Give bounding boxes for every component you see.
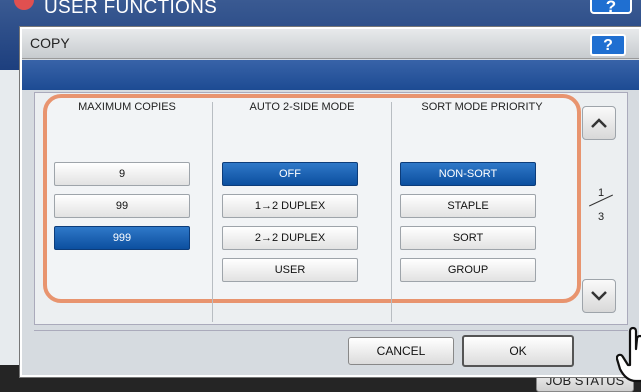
option-duplex-user[interactable]: USER <box>222 258 358 282</box>
cancel-button[interactable]: CANCEL <box>348 337 454 365</box>
background-help-button[interactable]: ? <box>590 0 632 16</box>
header-auto-2-side-mode: AUTO 2-SIDE MODE <box>249 101 355 113</box>
scroll-down-button[interactable] <box>582 279 616 313</box>
background-title: USER FUNCTIONS <box>44 0 218 18</box>
option-duplex-off[interactable]: OFF <box>222 162 358 186</box>
page-current: 1 <box>597 187 605 199</box>
option-sort-group[interactable]: GROUP <box>400 258 536 282</box>
dialog-strip <box>22 60 639 90</box>
dialog-title: COPY <box>30 35 70 51</box>
dialog-titlebar: COPY ? <box>22 29 639 59</box>
header-sort-mode-priority: SORT MODE PRIORITY <box>421 101 543 113</box>
column-divider <box>212 102 213 322</box>
dialog-help-button[interactable]: ? <box>590 34 626 56</box>
scroll-up-button[interactable] <box>582 106 616 140</box>
ok-button[interactable]: OK <box>462 335 574 367</box>
option-sort-sort[interactable]: SORT <box>400 226 536 250</box>
option-duplex-1-2[interactable]: 1→2 DUPLEX <box>222 194 358 218</box>
header-maximum-copies: MAXIMUM COPIES <box>78 101 176 113</box>
column-divider <box>391 102 392 322</box>
chevron-down-icon <box>591 291 607 301</box>
footer-divider <box>34 330 628 331</box>
option-sort-staple[interactable]: STAPLE <box>400 194 536 218</box>
page-total: 3 <box>597 211 605 223</box>
copy-dialog: COPY ? MAXIMUM COPIES AUTO 2-SIDE MODE S… <box>20 27 641 383</box>
option-max-copies-999[interactable]: 999 <box>54 226 190 250</box>
touch-hand-icon <box>616 326 641 383</box>
option-max-copies-9[interactable]: 9 <box>54 162 190 186</box>
chevron-up-icon <box>591 118 607 128</box>
option-max-copies-99[interactable]: 99 <box>54 194 190 218</box>
option-duplex-2-2[interactable]: 2→2 DUPLEX <box>222 226 358 250</box>
option-sort-non-sort[interactable]: NON-SORT <box>400 162 536 186</box>
